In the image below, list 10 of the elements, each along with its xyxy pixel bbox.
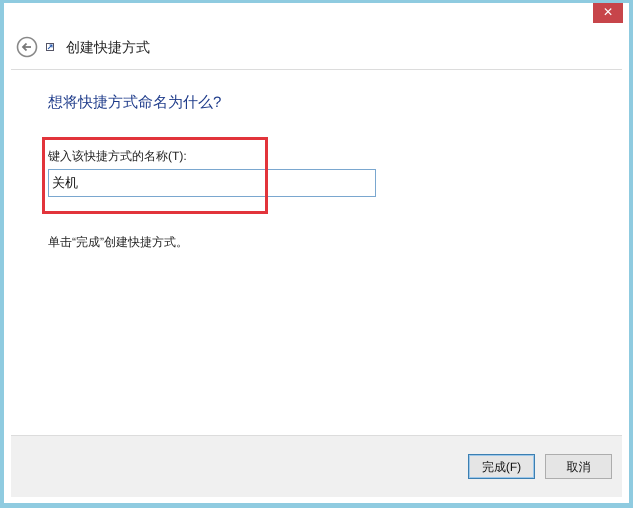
close-button[interactable]: × [593, 3, 623, 23]
name-input[interactable]: 关机 [48, 168, 376, 196]
page-heading: 想将快捷方式命名为什么? [48, 93, 222, 113]
shortcut-icon [46, 43, 54, 51]
back-icon[interactable] [16, 36, 38, 58]
finish-button[interactable]: 完成(F) [468, 454, 535, 479]
field-label: 键入该快捷方式的名称(T): [48, 148, 188, 164]
cancel-button[interactable]: 取消 [545, 454, 612, 479]
hint-text: 单击“完成”创建快捷方式。 [48, 234, 189, 250]
wizard-title: 创建快捷方式 [66, 38, 150, 56]
